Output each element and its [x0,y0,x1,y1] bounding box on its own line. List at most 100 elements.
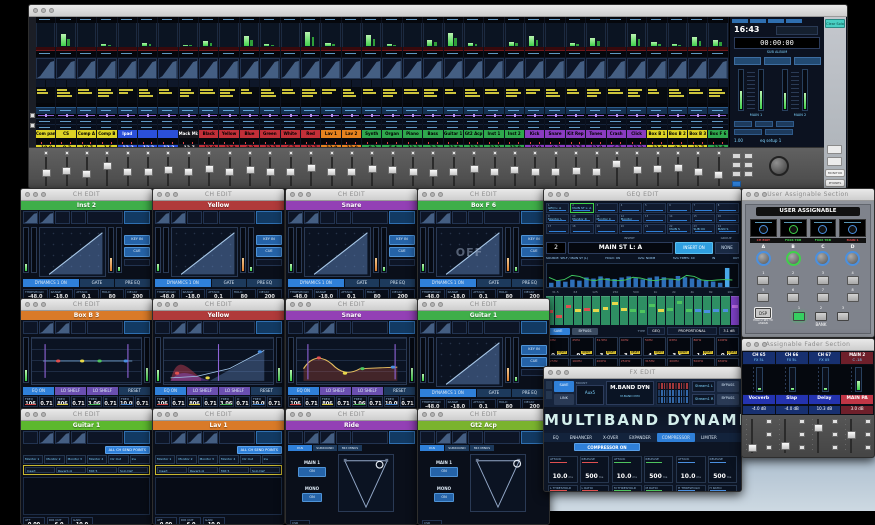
bypass-button[interactable]: BYPASS [572,328,598,335]
window-titlebar[interactable]: CH EDIT [153,409,284,421]
fader-handle[interactable] [82,170,91,178]
window-control-dot[interactable] [290,302,295,307]
fx-param-box[interactable]: ATTACK10.0ms [548,456,578,483]
routing-slot[interactable]: Monitor 4 [87,455,107,464]
rack-slot[interactable]: 9Monitor L [546,214,569,224]
window-control-dot[interactable] [556,192,561,197]
tab-pre-eq[interactable]: PRE EQ [512,389,547,397]
channel-name-label[interactable]: Lav 2 [342,130,361,138]
fader-handle[interactable] [409,168,418,176]
fx-param-box[interactable]: RELEASE500ms [708,456,738,483]
fx-param-box[interactable]: H RATIO2.00:1 [708,485,738,492]
fader-strip-header[interactable]: CH 67FX U5 [809,352,841,364]
window-control-dot[interactable] [173,412,178,417]
routing-slot[interactable]: Insert [25,467,55,473]
geq-band-column[interactable] [648,296,656,325]
thumbnail-box[interactable] [288,431,303,444]
rack-slot[interactable]: 4 [619,203,642,213]
geq-band-value-box[interactable]: 63Hz3.5dBRESET [667,337,690,356]
parameter-box[interactable]: FREQ3.06k [219,396,234,407]
window-control-dot[interactable] [746,192,751,197]
window-titlebar[interactable]: CH EDIT [286,189,417,201]
parameter-box[interactable]: FREQ3.06k [87,396,102,407]
window-control-dot[interactable] [548,370,553,375]
main-bus-on-button[interactable]: ON [430,467,458,477]
window-control-dot[interactable] [165,192,170,197]
rack-slot[interactable]: 16 [716,214,739,224]
panel-button[interactable] [827,157,842,166]
parameter-box[interactable]: CSR0.0 [422,520,442,524]
tab-dynamics-1-on[interactable]: DYNAMICS 1 ON [155,279,211,287]
thumbnail-box[interactable] [420,431,435,444]
window-control-dot[interactable] [438,412,443,417]
fader-handle[interactable] [205,165,214,173]
window-control-dot[interactable] [422,192,427,197]
band-reset-button[interactable]: RESET [557,351,567,355]
assignable-button[interactable] [787,276,799,285]
rack-slot[interactable]: 19 [595,224,618,234]
parameter-box[interactable]: FREQ106 [288,396,303,407]
monitor-level-knob[interactable] [769,156,789,176]
channel-select-button[interactable] [44,151,48,155]
rack-slot[interactable]: 7 [692,203,715,213]
rack-slot[interactable]: 8 [716,203,739,213]
routing-slot[interactable]: Monitor 2 [44,455,64,464]
parameter-box[interactable]: Q0.71 [400,396,415,407]
side-button[interactable]: KEY IN [256,235,282,245]
channel-name-label[interactable]: Com panel [36,130,55,138]
thumbnail-box[interactable] [87,431,123,444]
fader-handle[interactable] [714,171,723,179]
monitor-button[interactable]: MONITOR [825,169,845,177]
tab-eq-on[interactable]: EQ ON [288,387,319,395]
thumbnail-box[interactable] [55,211,70,224]
window-titlebar[interactable] [29,5,847,17]
geq-band-column[interactable] [611,296,619,325]
tab-dynamics-1-on[interactable]: DYNAMICS 1 ON [420,389,476,397]
geq-band-marker[interactable] [556,315,562,318]
thumbnail-box[interactable] [39,321,54,334]
fx-link-button[interactable]: LINK [554,394,574,405]
parameter-box[interactable]: Q0.71 [103,396,118,407]
channel-name-label[interactable]: Mack Mix [179,130,198,138]
strip-side-button[interactable] [766,419,772,424]
parameter-box[interactable]: Q0.71 [267,396,282,407]
thumbnail-box[interactable] [320,321,335,334]
strip-side-button[interactable] [832,432,838,437]
geq-band-column[interactable] [583,296,591,325]
window-control-dot[interactable] [438,302,443,307]
assignable-knob[interactable] [786,251,801,266]
fx-param-box[interactable]: H THRESHOLD-18.0dB [676,485,706,492]
rack-slot[interactable]: 13 [643,214,666,224]
parameter-box[interactable]: FREQ806 [187,396,202,407]
thumbnail-box[interactable] [187,431,202,444]
channel-name-label[interactable]: Comp B [97,130,116,138]
geq-band-column[interactable] [685,296,693,325]
fader-handle[interactable] [694,168,703,176]
channel-select-button[interactable] [228,151,232,155]
fx-tab-enhancer[interactable]: ENHANCER [565,433,597,442]
bank-button-2[interactable] [815,312,827,321]
parameter-box[interactable]: FREQ10.0k [384,396,399,407]
band-reset-button[interactable]: RESET [654,351,664,355]
fx-param-box[interactable]: M RATIO2.00:1 [644,485,674,492]
window-control-dot[interactable] [33,302,38,307]
master-function-button[interactable] [755,121,773,127]
routing-slot[interactable]: Solo Def [250,467,280,473]
tab-gate[interactable]: GATE [345,279,380,287]
parameter-box[interactable]: FREQ106 [23,396,38,407]
parameter-box[interactable]: Q0.71 [368,396,383,407]
side-button[interactable]: CUE [521,357,547,367]
routing-slot[interactable]: Ins [130,455,150,464]
tab-lo-shelf[interactable]: LO SHELF [352,387,383,395]
parameter-box[interactable]: GAIN10.0 [71,517,93,524]
window-control-dot[interactable] [290,192,295,197]
master-function-button[interactable] [765,129,793,135]
thumbnail-box[interactable] [320,211,335,224]
window-control-dot[interactable] [548,192,553,197]
window-control-dot[interactable] [173,302,178,307]
channel-select-button[interactable] [513,151,517,155]
thumbnail-box[interactable] [304,321,319,334]
geq-band-column[interactable] [694,296,702,325]
window-titlebar[interactable]: CH EDIT [21,409,152,421]
thumbnail-box[interactable] [71,431,86,444]
